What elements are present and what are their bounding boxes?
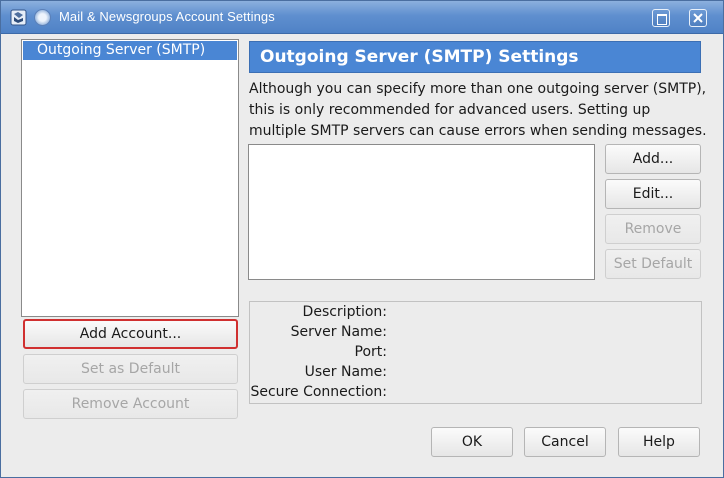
- edit-server-button[interactable]: Edit...: [605, 179, 701, 209]
- description-label: Description:: [302, 304, 387, 320]
- close-button[interactable]: [689, 9, 707, 27]
- account-item-outgoing-server[interactable]: Outgoing Server (SMTP): [23, 41, 237, 60]
- smtp-server-list[interactable]: [248, 144, 595, 280]
- set-as-default-button[interactable]: Set as Default: [23, 354, 238, 384]
- window-title: Mail & Newsgroups Account Settings: [59, 9, 275, 24]
- set-default-server-button[interactable]: Set Default: [605, 249, 701, 279]
- window-menu-icon[interactable]: [10, 9, 27, 26]
- close-icon: [693, 13, 703, 23]
- secure-connection-label: Secure Connection:: [250, 384, 387, 400]
- server-name-label: Server Name:: [290, 324, 387, 340]
- user-name-label: User Name:: [304, 364, 387, 380]
- account-settings-window: Mail & Newsgroups Account Settings Outgo…: [0, 0, 724, 478]
- add-server-label: Add...: [632, 151, 674, 167]
- sticky-icon[interactable]: [34, 9, 51, 26]
- set-default-server-label: Set Default: [613, 256, 693, 272]
- add-account-button[interactable]: Add Account...: [23, 319, 238, 349]
- panel-heading: Outgoing Server (SMTP) Settings: [249, 41, 701, 73]
- remove-account-label: Remove Account: [71, 396, 190, 412]
- server-details-box: Description: Server Name: Port: User Nam…: [249, 301, 702, 404]
- remove-server-label: Remove: [624, 221, 682, 237]
- account-tree[interactable]: Outgoing Server (SMTP): [21, 39, 239, 317]
- panel-description: Although you can specify more than one o…: [249, 81, 707, 139]
- cancel-label: Cancel: [541, 434, 589, 450]
- remove-server-button[interactable]: Remove: [605, 214, 701, 244]
- set-as-default-label: Set as Default: [81, 361, 180, 377]
- ok-button[interactable]: OK: [431, 427, 513, 457]
- edit-server-label: Edit...: [632, 186, 674, 202]
- title-bar[interactable]: Mail & Newsgroups Account Settings: [1, 1, 723, 34]
- maximize-button[interactable]: [652, 9, 670, 27]
- port-label: Port:: [354, 344, 387, 360]
- help-label: Help: [643, 434, 675, 450]
- help-button[interactable]: Help: [618, 427, 700, 457]
- add-account-label: Add Account...: [79, 326, 182, 342]
- remove-account-button[interactable]: Remove Account: [23, 389, 238, 419]
- ok-label: OK: [461, 434, 483, 450]
- cancel-button[interactable]: Cancel: [524, 427, 606, 457]
- add-server-button[interactable]: Add...: [605, 144, 701, 174]
